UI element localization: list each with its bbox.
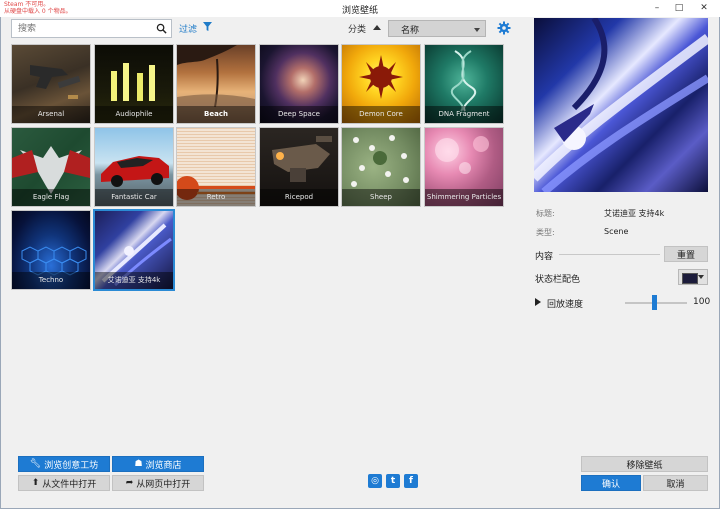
wallpaper-title: Fantastic Car xyxy=(95,189,173,206)
remove-wallpaper-button[interactable]: 移除壁纸 xyxy=(581,456,708,472)
playback-speed-label: 回放速度 xyxy=(547,300,584,310)
browse-workshop-button[interactable]: 🔧︎ 浏览创意工坊 xyxy=(18,456,110,472)
preview-artwork xyxy=(534,18,708,192)
wallpaper-title: Sheep xyxy=(342,189,420,206)
filter-link[interactable]: 过滤 xyxy=(179,22,197,35)
wallpaper-tile-demon-core[interactable]: Demon Core xyxy=(342,45,420,123)
search-icon[interactable] xyxy=(156,23,167,34)
search-box[interactable] xyxy=(11,19,172,38)
wallpaper-title: 艾诺迪亚 支持4k xyxy=(95,272,173,289)
sort-value: 名称 xyxy=(401,26,420,36)
wallpaper-tile-dna-fragment[interactable]: DNA Fragment xyxy=(425,45,503,123)
wallpaper-preview-image xyxy=(534,18,708,192)
title-bar: Steam 不可用。 从硬盘中载入 0 个物品。 浏览壁纸 – □ ✕ xyxy=(0,0,720,17)
playback-speed-slider-thumb[interactable] xyxy=(652,295,657,310)
title-key: 标题: xyxy=(536,209,555,218)
wallpaper-title: Demon Core xyxy=(342,106,420,123)
facebook-icon[interactable]: f xyxy=(404,474,418,488)
share-arrow-icon: ➦ xyxy=(125,478,134,488)
wallpaper-tile-shimmering-particles[interactable]: Shimmering Particles xyxy=(425,128,503,206)
twitter-icon[interactable]: t xyxy=(386,474,400,488)
chevron-down-icon xyxy=(698,275,704,279)
ok-button[interactable]: 确认 xyxy=(581,475,641,491)
minimize-icon[interactable]: – xyxy=(646,0,668,16)
title-value: 艾诺迪亚 支持4k xyxy=(604,209,665,218)
open-from-web-button[interactable]: ➦ 从网页中打开 xyxy=(112,475,204,491)
wallpaper-tile-sheep[interactable]: Sheep xyxy=(342,128,420,206)
wallpaper-title: Arsenal xyxy=(12,106,90,123)
wallpaper-tile-beach[interactable]: Beach xyxy=(177,45,255,123)
content-divider xyxy=(559,254,660,255)
type-key: 类型: xyxy=(536,228,555,237)
play-icon[interactable] xyxy=(535,298,541,306)
cart-icon: ☗ xyxy=(134,459,143,469)
sort-dropdown[interactable]: 名称 xyxy=(388,20,486,37)
wallpaper-title: Retro xyxy=(177,189,255,206)
wallpaper-tile-arsenal[interactable]: Arsenal xyxy=(12,45,90,123)
wallpaper-tile-retro[interactable]: Retro xyxy=(177,128,255,206)
browse-store-label: 浏览商店 xyxy=(145,460,182,471)
gear-icon[interactable] xyxy=(497,21,511,35)
funnel-icon[interactable] xyxy=(203,22,212,32)
upload-icon: ⬆ xyxy=(31,478,40,488)
window-title: 浏览壁纸 xyxy=(341,6,378,16)
wallpaper-tile-fantastic-car[interactable]: Fantastic Car xyxy=(95,128,173,206)
wallpaper-title: Ricepod xyxy=(260,189,338,206)
type-value: Scene xyxy=(604,227,629,236)
statusbar-color-label: 状态栏配色 xyxy=(535,275,581,285)
wallpaper-title: Shimmering Particles xyxy=(425,189,503,206)
cancel-button[interactable]: 取消 xyxy=(643,475,708,491)
open-from-file-button[interactable]: ⬆ 从文件中打开 xyxy=(18,475,110,491)
chevron-down-icon xyxy=(474,28,480,32)
color-swatch xyxy=(682,273,698,284)
wallpaper-tile-eagle-flag[interactable]: Eagle Flag xyxy=(12,128,90,206)
wallpaper-title: Techno xyxy=(12,272,90,289)
wallpaper-title: Beach xyxy=(177,106,255,123)
wallpaper-tile-audiophile[interactable]: Audiophile xyxy=(95,45,173,123)
open-from-file-label: 从文件中打开 xyxy=(42,479,97,490)
wallpaper-title: Eagle Flag xyxy=(12,189,90,206)
wallpaper-title: DNA Fragment xyxy=(425,106,503,123)
close-icon[interactable]: ✕ xyxy=(690,0,718,16)
wallpaper-title: Audiophile xyxy=(95,106,173,123)
steam-icon[interactable]: ◎ xyxy=(368,474,382,488)
wallpaper-tile-ricepod[interactable]: Ricepod xyxy=(260,128,338,206)
wallpaper-tile-deep-space[interactable]: Deep Space xyxy=(260,45,338,123)
sort-ascending-icon[interactable] xyxy=(373,25,381,30)
browse-store-button[interactable]: ☗ 浏览商店 xyxy=(112,456,204,472)
maximize-icon[interactable]: □ xyxy=(668,0,690,16)
search-input[interactable] xyxy=(18,22,152,35)
wallpaper-tile-techno[interactable]: Techno xyxy=(12,211,90,289)
reset-button[interactable]: 重置 xyxy=(664,246,708,262)
open-from-web-label: 从网页中打开 xyxy=(136,479,191,490)
category-label: 分类 xyxy=(348,25,367,35)
wallpaper-title: Deep Space xyxy=(260,106,338,123)
wrench-icon: 🔧︎ xyxy=(29,459,42,469)
browse-workshop-label: 浏览创意工坊 xyxy=(44,460,99,471)
wallpaper-tile-enodia-4k[interactable]: 艾诺迪亚 支持4k xyxy=(95,211,173,289)
content-label: 内容 xyxy=(535,252,554,262)
statusbar-color-picker[interactable] xyxy=(678,269,708,285)
playback-speed-value: 100 xyxy=(693,297,711,307)
